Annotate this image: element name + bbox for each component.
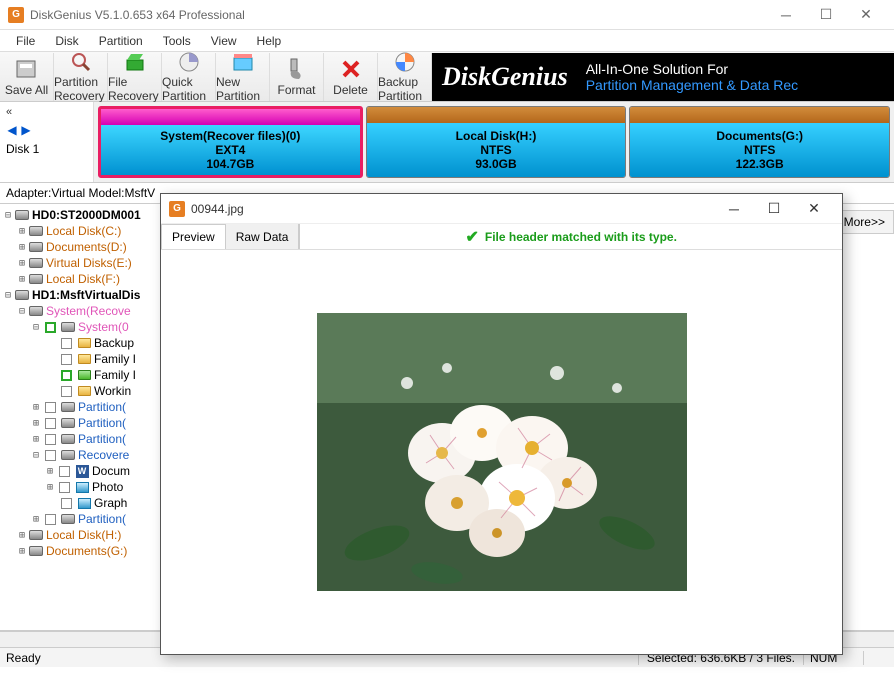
preview-titlebar[interactable]: G 00944.jpg ─ ☐ ✕: [161, 194, 842, 224]
tool-new-partition[interactable]: New Partition: [216, 53, 270, 101]
partition-name: Documents(G:): [716, 129, 803, 143]
toolbar: Save All Partition Recovery File Recover…: [0, 52, 894, 102]
partition-block-g[interactable]: Documents(G:) NTFS 122.3GB: [629, 106, 890, 178]
status-ready: Ready: [0, 651, 160, 665]
preview-maximize-button[interactable]: ☐: [754, 200, 794, 217]
partition-size: 93.0GB: [475, 157, 516, 171]
disk-nav: « ◀ ▶ Disk 1: [0, 102, 94, 182]
preview-close-button[interactable]: ✕: [794, 200, 834, 217]
banner-line2: Partition Management & Data Rec: [586, 77, 894, 93]
tool-label: Partition Recovery: [54, 75, 107, 103]
app-logo-icon: G: [8, 7, 24, 23]
disk-label: Disk 1: [6, 142, 87, 156]
tree-item[interactable]: Local Disk(C:): [46, 224, 121, 238]
preview-status-text: File header matched with its type.: [485, 230, 677, 244]
partition-block-system[interactable]: System(Recover files)(0) EXT4 104.7GB: [98, 106, 363, 178]
tree-graph-type[interactable]: Graph: [94, 496, 127, 510]
menu-tools[interactable]: Tools: [153, 32, 201, 50]
preview-body: [161, 250, 842, 654]
menu-file[interactable]: File: [6, 32, 45, 50]
tab-raw-data[interactable]: Raw Data: [226, 224, 300, 249]
maximize-button[interactable]: ☐: [806, 0, 846, 30]
tool-delete[interactable]: Delete: [324, 53, 378, 101]
tree-folder[interactable]: Family I: [94, 368, 136, 382]
tree-folder[interactable]: Workin: [94, 384, 131, 398]
tool-label: Format: [277, 83, 315, 97]
banner-brand: DiskGenius: [442, 62, 568, 92]
tree-item[interactable]: Local Disk(F:): [46, 272, 120, 286]
tool-label: New Partition: [216, 75, 269, 103]
tree-photo-type[interactable]: Photo: [92, 480, 123, 494]
prev-disk-icon[interactable]: ◀: [6, 124, 18, 136]
tree-item[interactable]: Documents(D:): [46, 240, 127, 254]
partition-fs: NTFS: [744, 143, 775, 157]
tree-part[interactable]: Partition(: [78, 432, 126, 446]
tree-system-sub[interactable]: System(0: [78, 320, 129, 334]
partition-fs: NTFS: [480, 143, 511, 157]
brand-banner: DiskGenius All-In-One Solution For Parti…: [432, 53, 894, 101]
tree-hd0[interactable]: HD0:ST2000DM001: [32, 208, 141, 222]
tree-doc-type[interactable]: Docum: [92, 464, 130, 478]
tool-backup-partition[interactable]: Backup Partition: [378, 53, 432, 101]
preview-logo-icon: G: [169, 201, 185, 217]
tool-partition-recovery[interactable]: Partition Recovery: [54, 53, 108, 101]
menu-help[interactable]: Help: [247, 32, 292, 50]
menu-view[interactable]: View: [201, 32, 247, 50]
tree-part[interactable]: Partition(: [78, 512, 126, 526]
tool-label: File Recovery: [108, 75, 161, 103]
tree-item[interactable]: Local Disk(H:): [46, 528, 121, 542]
next-disk-icon[interactable]: ▶: [20, 124, 32, 136]
tool-quick-partition[interactable]: Quick Partition: [162, 53, 216, 101]
menu-bar: File Disk Partition Tools View Help: [0, 30, 894, 52]
minimize-button[interactable]: ─: [766, 0, 806, 30]
tree-folder[interactable]: Family I: [94, 352, 136, 366]
disk-collapse-button[interactable]: «: [6, 106, 87, 118]
tree-folder[interactable]: Backup: [94, 336, 134, 350]
tool-format[interactable]: Format: [270, 53, 324, 101]
partition-name: System(Recover files)(0): [160, 129, 300, 143]
tree-hd1[interactable]: HD1:MsftVirtualDis: [32, 288, 140, 302]
menu-disk[interactable]: Disk: [45, 32, 88, 50]
partition-name: Local Disk(H:): [456, 129, 537, 143]
more-button[interactable]: More>>: [835, 210, 894, 234]
preview-title: 00944.jpg: [191, 202, 714, 216]
check-icon: ✔: [465, 227, 478, 247]
partition-fs: EXT4: [215, 143, 245, 157]
menu-partition[interactable]: Partition: [89, 32, 153, 50]
tree-recovered[interactable]: Recovere: [78, 448, 129, 462]
tab-preview[interactable]: Preview: [161, 224, 226, 249]
preview-window: G 00944.jpg ─ ☐ ✕ Preview Raw Data ✔ Fil…: [160, 193, 843, 655]
banner-line1: All-In-One Solution For: [586, 61, 894, 77]
partition-block-h[interactable]: Local Disk(H:) NTFS 93.0GB: [366, 106, 627, 178]
preview-image: [317, 313, 687, 591]
tree-part[interactable]: Partition(: [78, 400, 126, 414]
close-button[interactable]: ✕: [846, 0, 886, 30]
tool-label: Quick Partition: [162, 75, 215, 103]
preview-minimize-button[interactable]: ─: [714, 201, 754, 217]
tree-item[interactable]: Documents(G:): [46, 544, 127, 558]
partition-size: 104.7GB: [206, 157, 254, 171]
tool-label: Save All: [5, 83, 48, 97]
tool-file-recovery[interactable]: File Recovery: [108, 53, 162, 101]
directory-tree[interactable]: ⊟HD0:ST2000DM001 ⊞Local Disk(C:) ⊞Docume…: [0, 204, 164, 630]
tree-item[interactable]: Virtual Disks(E:): [46, 256, 132, 270]
tool-save-all[interactable]: Save All: [0, 53, 54, 101]
tool-label: Backup Partition: [378, 75, 431, 103]
disk-area: « ◀ ▶ Disk 1 System(Recover files)(0) EX…: [0, 102, 894, 183]
preview-status: ✔ File header matched with its type.: [300, 227, 842, 247]
tree-system[interactable]: System(Recove: [46, 304, 131, 318]
app-title: DiskGenius V5.1.0.653 x64 Professional: [30, 8, 766, 22]
partition-size: 122.3GB: [736, 157, 784, 171]
title-bar: G DiskGenius V5.1.0.653 x64 Professional…: [0, 0, 894, 30]
tree-part[interactable]: Partition(: [78, 416, 126, 430]
tool-label: Delete: [333, 83, 368, 97]
